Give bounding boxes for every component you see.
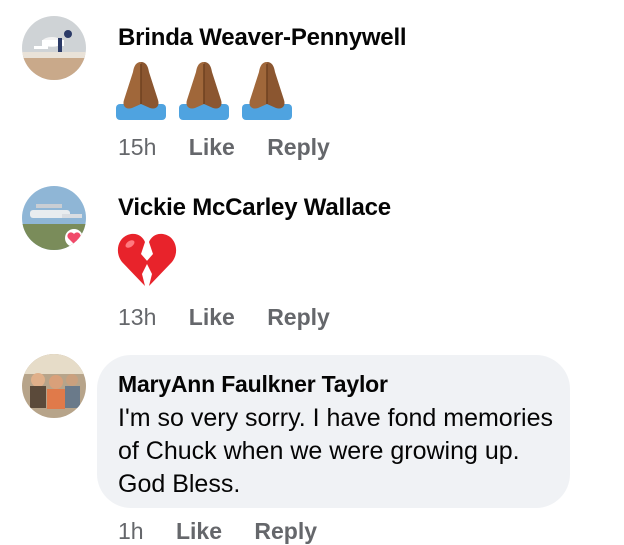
reply-button[interactable]: Reply: [254, 518, 317, 545]
comment-actions: 15h Like Reply: [118, 134, 356, 161]
comment-author[interactable]: MaryAnn Faulkner Taylor: [118, 371, 388, 398]
broken-heart-icon: [116, 230, 178, 293]
like-button[interactable]: Like: [189, 134, 235, 161]
reply-button[interactable]: Reply: [267, 134, 330, 161]
comment-timestamp[interactable]: 15h: [118, 134, 156, 161]
folded-hands-icon: [114, 58, 304, 127]
avatar[interactable]: [22, 186, 86, 250]
comment-timestamp[interactable]: 1h: [118, 518, 144, 545]
comment-actions: 1h Like Reply: [118, 518, 343, 545]
reply-button[interactable]: Reply: [267, 304, 330, 331]
like-button[interactable]: Like: [176, 518, 222, 545]
comment-timestamp[interactable]: 13h: [118, 304, 156, 331]
avatar-image: [22, 186, 86, 250]
like-button[interactable]: Like: [189, 304, 235, 331]
comment-bubble: MaryAnn Faulkner Taylor I'm so very sorr…: [97, 355, 570, 508]
avatar[interactable]: [22, 354, 86, 418]
avatar[interactable]: [22, 16, 86, 80]
avatar-image: [22, 354, 86, 418]
comment-author[interactable]: Vickie McCarley Wallace: [118, 194, 391, 222]
comment-actions: 13h Like Reply: [118, 304, 356, 331]
avatar-image: [22, 16, 86, 80]
comment-text: I'm so very sorry. I have fond memories …: [118, 404, 553, 498]
comment-author[interactable]: Brinda Weaver-Pennywell: [118, 24, 407, 52]
